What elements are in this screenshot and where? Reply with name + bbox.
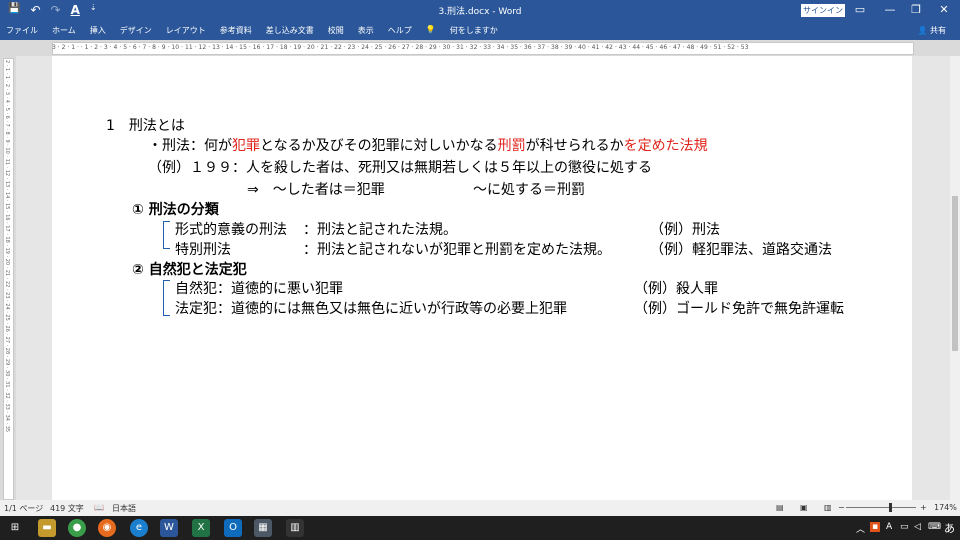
doc-arrow-crime[interactable]: ⇒ ～した者は＝犯罪 [247, 179, 385, 199]
close-button[interactable]: ✕ [932, 2, 956, 18]
tab-layout[interactable]: レイアウト [166, 25, 206, 36]
def-red-hanzai: 犯罪 [232, 138, 260, 154]
zoom-slider[interactable] [846, 507, 916, 508]
tray-ime-mode[interactable]: A [886, 522, 892, 532]
def-mid2: が科せられるか [525, 138, 624, 154]
firefox-icon[interactable]: ◉ [98, 519, 116, 537]
vertical-scrollbar[interactable] [950, 56, 960, 500]
doc-example[interactable]: （例）１９９：人を殺した者は、死刑又は無期若しくは５年以上の懲役に処する [148, 157, 652, 177]
scrollbar-thumb[interactable] [952, 196, 958, 351]
tab-help[interactable]: ヘルプ [388, 25, 412, 36]
bracket-classification [163, 221, 170, 249]
lightbulb-icon: 💡 [425, 25, 436, 34]
ribbon-tabs: ファイル ホーム 挿入 デザイン レイアウト 参考資料 差し込み文書 校閲 表示… [0, 22, 960, 40]
s2-row1-example[interactable]: （例）殺人罪 [634, 278, 718, 298]
tab-view[interactable]: 表示 [358, 25, 374, 36]
def-red-keibatsu: 刑罰 [497, 138, 526, 154]
word-icon[interactable]: W [160, 519, 178, 537]
outlook-icon[interactable]: O [224, 519, 242, 537]
start-icon[interactable]: ⊞ [6, 519, 24, 537]
vruler-numbers: 2 · 1 · 1 · 2 · 3 · 4 · 5 · 6 · 7 · 8 · … [4, 60, 10, 433]
person-icon: 👤 [917, 26, 928, 35]
print-layout-icon[interactable]: ▣ [800, 503, 808, 512]
zoom-out-icon[interactable]: − [838, 503, 845, 512]
film-icon[interactable]: ▥ [286, 519, 304, 537]
s1-row1-label[interactable]: 形式的意義の刑法 [175, 219, 287, 239]
tray-app-icon[interactable]: ▪ [870, 522, 881, 532]
windows-taskbar: ⊞ ▬ ● ◉ e W X O ▦ ▥ ︿ ▪ A ▭ ◁ ⌨ あ [0, 516, 960, 540]
bracket-natural-statutory [163, 280, 170, 316]
ruler-numbers: 3 ⸱ 2 ⸱ 1 ⸱ ⸱ 1 ⸱ 2 ⸱ 3 ⸱ 4 ⸱ 5 ⸱ 6 ⸱ 7 … [52, 44, 749, 51]
signin-button[interactable]: サインイン [801, 4, 845, 17]
edge-icon[interactable]: e [130, 519, 148, 537]
tab-review[interactable]: 校閲 [328, 25, 344, 36]
doc-heading[interactable]: 1 刑法とは [106, 115, 185, 135]
tab-home[interactable]: ホーム [52, 25, 76, 36]
document-page[interactable]: 1 刑法とは ・刑法：何が犯罪となるか及びその犯罪に対しいかなる刑罰が科せられる… [52, 56, 912, 500]
section-heading-natural-statutory[interactable]: ② 自然犯と法定犯 [132, 259, 247, 279]
tray-network-icon[interactable]: ▭ [900, 522, 909, 532]
tray-keyboard-icon[interactable]: ⌨ [928, 522, 941, 532]
tray-language[interactable]: あ [944, 520, 955, 536]
tab-file[interactable]: ファイル [6, 25, 38, 36]
def-mid1: となるか及びその犯罪に対しいかなる [260, 138, 498, 154]
ribbon-display-icon[interactable]: ▭ [848, 2, 872, 18]
s1-row1-text[interactable]: ：刑法と記された法規。 [303, 219, 457, 239]
share-button[interactable]: 👤 共有 [917, 25, 946, 36]
tab-mailings[interactable]: 差し込み文書 [266, 25, 314, 36]
status-page-count[interactable]: 1/1 ページ [4, 503, 43, 514]
s1-row2-label[interactable]: 特別刑法 [175, 239, 231, 259]
title-bar: 💾 ↶ ↷ A ⇣ 3.刑法.docx - Word サインイン ▭ — ❐ ✕ [0, 0, 960, 22]
horizontal-ruler[interactable]: 3 ⸱ 2 ⸱ 1 ⸱ ⸱ 1 ⸱ 2 ⸱ 3 ⸱ 4 ⸱ 5 ⸱ 6 ⸱ 7 … [0, 40, 960, 56]
chrome-icon[interactable]: ● [68, 519, 86, 537]
vertical-ruler[interactable]: 2 · 1 · 1 · 2 · 3 · 4 · 5 · 6 · 7 · 8 · … [0, 56, 16, 500]
tell-me-box[interactable]: 何をしますか [450, 25, 498, 36]
minimize-button[interactable]: — [878, 2, 902, 18]
def-prefix: ・刑法：何が [148, 138, 232, 154]
tab-design[interactable]: デザイン [120, 25, 152, 36]
s2-row2-text[interactable]: 法定犯：道徳的には無色又は無色に近いが行政等の必要上犯罪 [175, 298, 567, 318]
s1-row2-text[interactable]: ：刑法と記されないが犯罪と刑罰を定めた法規。 [303, 239, 611, 259]
tab-references[interactable]: 参考資料 [220, 25, 252, 36]
tray-volume-icon[interactable]: ◁ [914, 522, 921, 532]
section-heading-classification[interactable]: ① 刑法の分類 [132, 199, 219, 219]
doc-definition[interactable]: ・刑法：何が犯罪となるか及びその犯罪に対しいかなる刑罰が科せられるかを定めた法規 [148, 135, 708, 155]
s2-row1-text[interactable]: 自然犯：道徳的に悪い犯罪 [175, 278, 343, 298]
restore-button[interactable]: ❐ [904, 2, 928, 18]
read-mode-icon[interactable]: ▤ [776, 503, 784, 512]
tab-insert[interactable]: 挿入 [90, 25, 106, 36]
status-bar: 1/1 ページ 419 文字 📖 日本語 ▤ ▣ ▥ − + 174% [0, 500, 960, 516]
s1-row2-example[interactable]: （例）軽犯罪法、道路交通法 [650, 239, 832, 259]
def-red-houki: を定めた法規 [623, 138, 708, 154]
proofing-icon[interactable]: 📖 [94, 503, 104, 512]
s1-row1-example[interactable]: （例）刑法 [650, 219, 720, 239]
file-explorer-icon[interactable]: ▬ [38, 519, 56, 537]
zoom-slider-knob[interactable] [889, 503, 892, 512]
excel-icon[interactable]: X [192, 519, 210, 537]
doc-arrow-punishment[interactable]: ～に処する＝刑罰 [473, 179, 585, 199]
app-icon[interactable]: ▦ [254, 519, 272, 537]
zoom-in-icon[interactable]: + [920, 503, 927, 512]
share-label: 共有 [930, 26, 946, 35]
zoom-level[interactable]: 174% [934, 503, 957, 512]
s2-row2-example[interactable]: （例）ゴールド免許で無免許運転 [634, 298, 844, 318]
tray-chevron-icon[interactable]: ︿ [856, 522, 865, 535]
status-word-count[interactable]: 419 文字 [50, 503, 84, 514]
web-layout-icon[interactable]: ▥ [824, 503, 832, 512]
status-language[interactable]: 日本語 [112, 503, 136, 514]
